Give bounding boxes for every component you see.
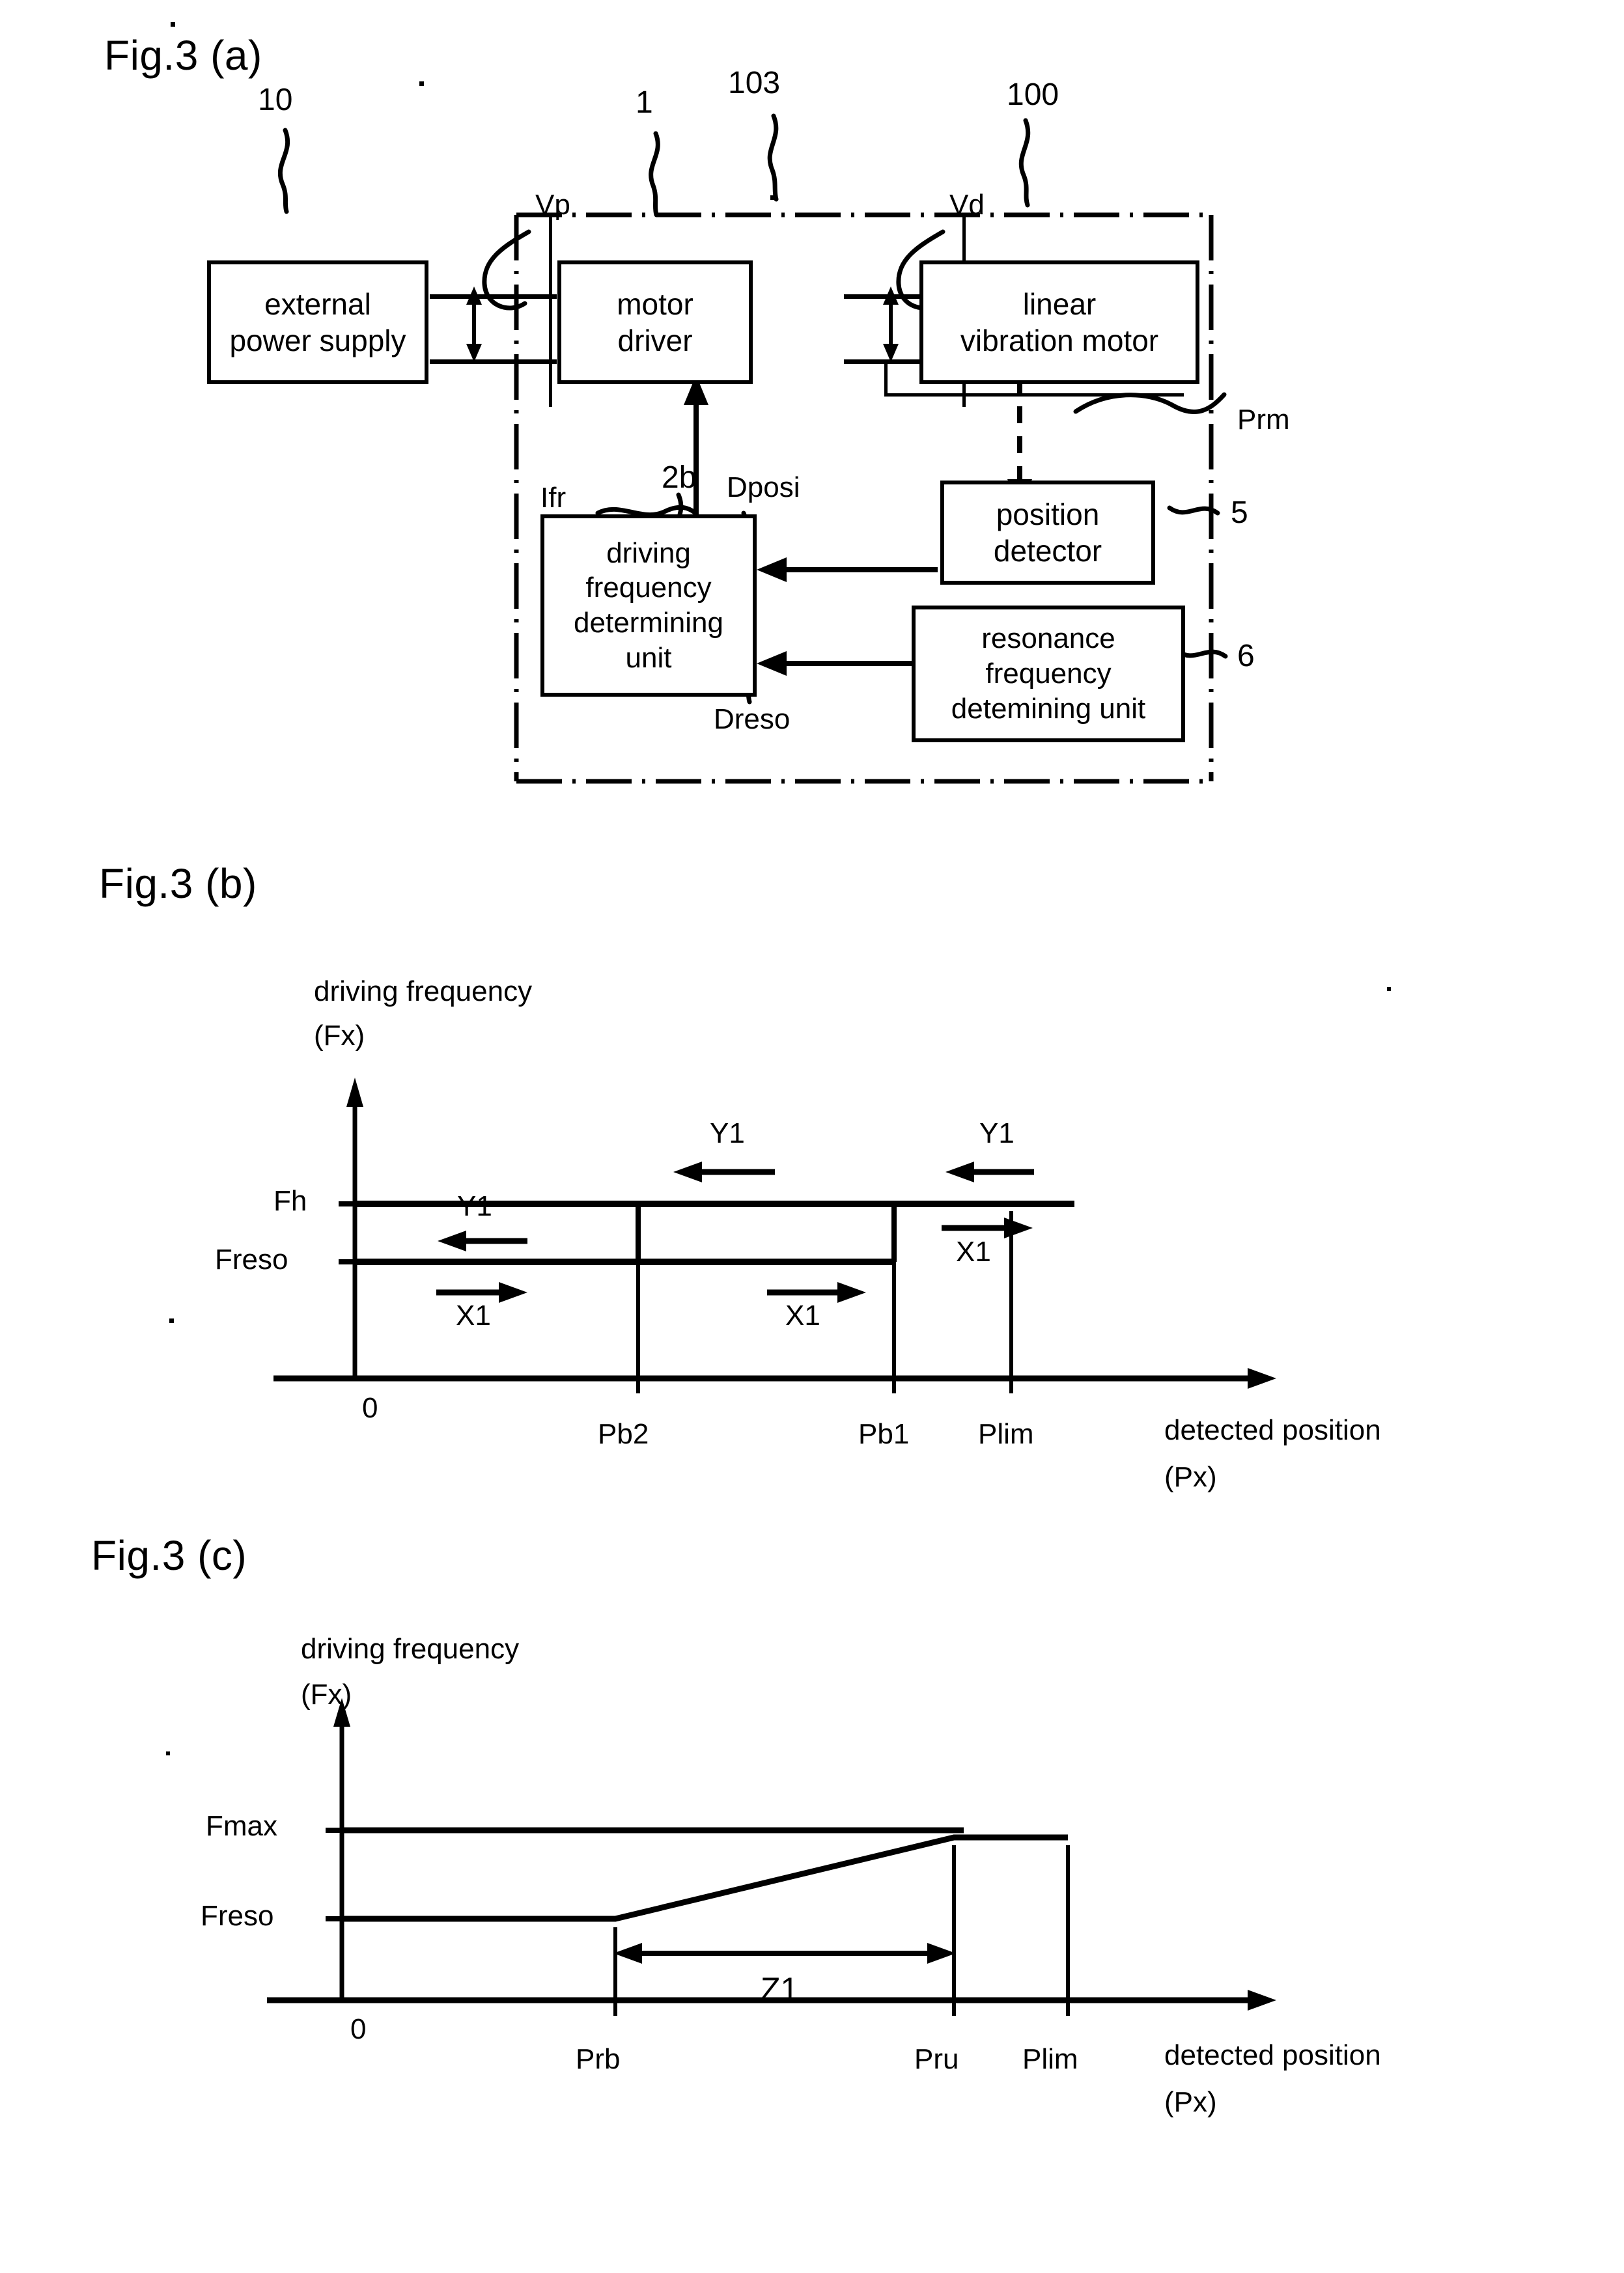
figb-annotation-y1-b: Y1 xyxy=(710,1117,745,1149)
scan-speck xyxy=(1387,987,1391,991)
figc-y-axis-label-line1: driving frequency xyxy=(301,1633,520,1665)
arrow-dreso xyxy=(757,651,938,676)
scan-speck xyxy=(171,22,175,27)
figb-x-axis-label-line1: detected position xyxy=(1164,1414,1381,1446)
signal-label-prm: Prm xyxy=(1237,404,1290,436)
figc-x-axis-label-line1: detected position xyxy=(1164,2039,1381,2071)
block-motor-driver-line2: driver xyxy=(617,324,693,357)
wire-motor-bottom-rail xyxy=(884,393,1184,397)
figure-c-title: Fig.3 (c) xyxy=(91,1532,247,1579)
signal-label-ifr: Ifr xyxy=(540,482,567,514)
figb-arrow-y1-b xyxy=(673,1162,775,1182)
block-driving-frequency-determining-unit[interactable]: driving frequency determining unit xyxy=(540,514,757,697)
figc-xtick-label-pru: Pru xyxy=(914,2043,959,2075)
arrow-dposi xyxy=(757,557,938,582)
figb-xtick-label-pb2: Pb2 xyxy=(598,1418,649,1450)
block-driving-frequency-line1: driving xyxy=(606,537,691,569)
block-driving-frequency-line3: determining xyxy=(574,607,723,639)
signal-label-vp: Vp xyxy=(535,189,570,221)
patent-figure-page: Fig.3 (a) 10 1 103 100 2b 5 6 Vp Vd Ifr … xyxy=(0,0,1624,2273)
figc-ytick-label-freso: Freso xyxy=(201,1900,274,1932)
figb-annotation-y1-a: Y1 xyxy=(457,1190,492,1222)
scan-speck xyxy=(169,1318,174,1323)
block-position-detector-line1: position xyxy=(996,497,1100,531)
ref-numeral-1: 1 xyxy=(636,85,653,120)
block-linear-vibration-motor[interactable]: linear vibration motor xyxy=(919,260,1199,384)
figb-x-axis xyxy=(273,1368,1276,1389)
block-external-power-supply-line2: power supply xyxy=(229,324,406,357)
block-resonance-frequency-line1: resonance xyxy=(981,622,1115,655)
lead-line-1 xyxy=(649,131,660,217)
lead-line-10 xyxy=(277,128,290,214)
figb-y-axis-label-line1: driving frequency xyxy=(314,975,533,1007)
figc-ytick-label-fmax: Fmax xyxy=(206,1810,277,1842)
block-linear-vibration-motor-line1: linear xyxy=(1022,286,1097,321)
figb-ytick-label-freso: Freso xyxy=(215,1244,288,1276)
block-position-detector[interactable]: position detector xyxy=(940,481,1155,585)
figb-annotation-y1-c: Y1 xyxy=(979,1117,1015,1149)
ref-numeral-10: 10 xyxy=(258,83,293,117)
figb-arrow-y1-a xyxy=(438,1231,527,1251)
lead-line-103 xyxy=(767,113,779,202)
block-driving-frequency-line4: unit xyxy=(625,641,672,674)
figb-xtick-label-pb1: Pb1 xyxy=(858,1418,910,1450)
lead-line-5 xyxy=(1167,505,1220,516)
block-resonance-frequency-line3: detemining unit xyxy=(951,692,1146,725)
lead-line-prm xyxy=(1073,392,1227,414)
block-resonance-frequency-line2: frequency xyxy=(985,658,1112,690)
figb-x-axis-label-line2: (Px) xyxy=(1164,1461,1217,1493)
block-resonance-frequency-determining-unit[interactable]: resonance frequency detemining unit xyxy=(912,606,1185,742)
block-external-power-supply[interactable]: external power supply xyxy=(207,260,428,384)
wire-vp-stub xyxy=(549,215,552,407)
figc-xtick-label-plim: Plim xyxy=(1022,2043,1078,2075)
figb-ytick-label-fh: Fh xyxy=(273,1185,307,1217)
block-position-detector-line2: detector xyxy=(993,534,1102,568)
figc-span-label-z1: Z1 xyxy=(761,1971,799,2007)
figc-y-axis-label-line2: (Fx) xyxy=(301,1679,352,1710)
figure-a-title: Fig.3 (a) xyxy=(104,32,262,79)
lead-line-ifr xyxy=(595,505,698,518)
ref-numeral-103: 103 xyxy=(728,66,781,100)
signal-label-dreso: Dreso xyxy=(714,703,791,735)
scan-speck xyxy=(419,81,424,86)
block-external-power-supply-line1: external xyxy=(264,286,371,321)
wire-supply-to-driver-bottom xyxy=(430,359,557,364)
block-linear-vibration-motor-line2: vibration motor xyxy=(960,324,1159,357)
figb-arrow-y1-c xyxy=(945,1162,1034,1182)
figc-y-axis xyxy=(333,1698,350,2000)
figb-annotation-x1-b: X1 xyxy=(785,1300,820,1332)
ref-numeral-100: 100 xyxy=(1007,77,1059,112)
figc-series-ramp xyxy=(342,1834,1068,1922)
block-motor-driver[interactable]: motor driver xyxy=(557,260,753,384)
ref-numeral-2b: 2b xyxy=(662,460,697,495)
figc-xtick-label-prb: Prb xyxy=(576,2043,621,2075)
ref-numeral-5: 5 xyxy=(1231,495,1248,530)
block-driving-frequency-line2: frequency xyxy=(585,572,712,604)
signal-label-vd: Vd xyxy=(949,189,985,221)
lead-line-100 xyxy=(1018,118,1031,208)
figb-origin-label: 0 xyxy=(362,1392,378,1424)
figb-xtick-label-plim: Plim xyxy=(978,1418,1034,1450)
block-motor-driver-line1: motor xyxy=(617,286,693,321)
figb-y-axis xyxy=(346,1078,363,1378)
figure-b-title: Fig.3 (b) xyxy=(99,860,257,907)
figc-span-z1-arrow xyxy=(613,1943,956,1964)
scan-speck xyxy=(770,195,775,200)
signal-label-dposi: Dposi xyxy=(727,471,800,503)
wire-supply-to-driver-top xyxy=(430,294,557,299)
ref-numeral-6: 6 xyxy=(1237,639,1255,673)
figb-annotation-x1-c: X1 xyxy=(956,1236,991,1268)
figc-x-axis-label-line2: (Px) xyxy=(1164,2086,1217,2118)
figb-annotation-x1-a: X1 xyxy=(456,1300,491,1332)
figc-origin-label: 0 xyxy=(350,2013,367,2045)
figb-y-axis-label-line2: (Fx) xyxy=(314,1020,365,1052)
wire-motor-bottom-riser xyxy=(884,362,888,395)
scan-speck xyxy=(166,1751,170,1755)
